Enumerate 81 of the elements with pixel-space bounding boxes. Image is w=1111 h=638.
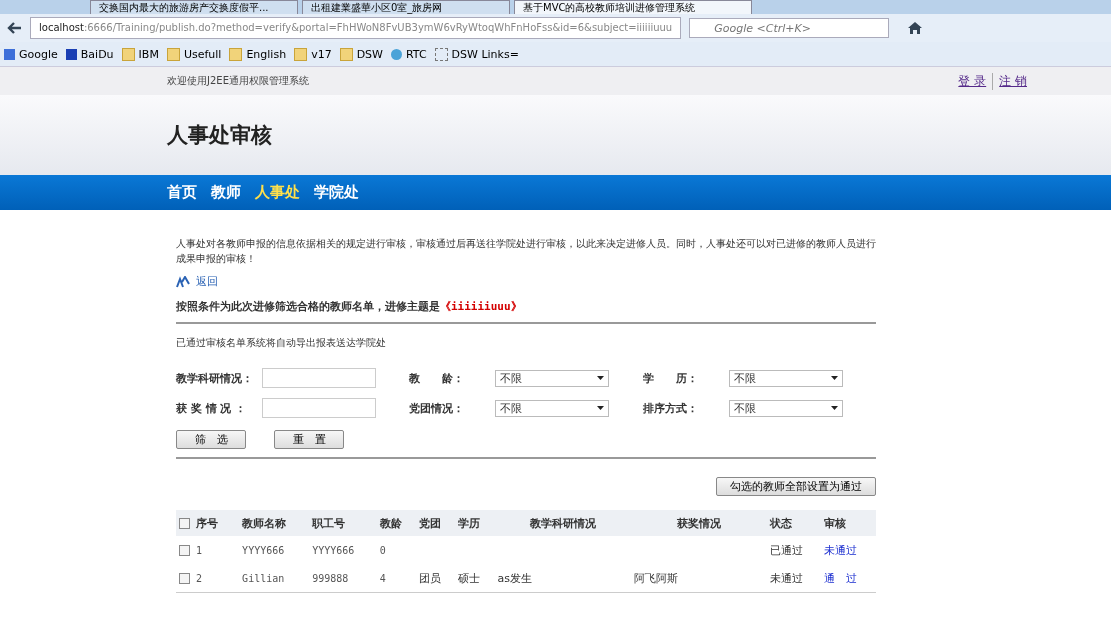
browser-tab[interactable]: 基于MVC的高校教师培训进修管理系统 bbox=[514, 0, 752, 14]
review-link[interactable]: 未通过 bbox=[824, 543, 858, 557]
table-cell: 4 bbox=[379, 572, 386, 584]
input-field[interactable] bbox=[262, 398, 376, 418]
back-icon[interactable] bbox=[6, 21, 22, 35]
return-icon bbox=[176, 275, 190, 288]
header-link[interactable]: 注 销 bbox=[992, 72, 1027, 90]
table-cell: as发生 bbox=[497, 571, 533, 585]
bookmark-item[interactable]: RTC bbox=[391, 47, 427, 61]
dropdown[interactable]: 不限 bbox=[495, 399, 610, 417]
column-header: 教龄 bbox=[379, 516, 402, 530]
header-link[interactable]: 登 录 bbox=[958, 72, 987, 90]
dropdown-value: 不限 bbox=[733, 370, 756, 386]
column-header: 审核 bbox=[824, 516, 847, 530]
intro-text: 人事处对各教师申报的信息依据相关的规定进行审核，审核通过后再送往学院处进行审核，以此来决定进修人员。同时，人事处还可以对已进修的教师人员进行成果申报的审核！ bbox=[176, 237, 876, 266]
table-cell: 2 bbox=[196, 572, 203, 584]
nav-item[interactable]: 教师 bbox=[211, 183, 241, 202]
table-cell: Gillian bbox=[242, 572, 285, 584]
column-header: 获奖情况 bbox=[676, 516, 721, 530]
column-header: 职工号 bbox=[312, 516, 346, 530]
approve-all-button[interactable]: 勾选的教师全部设置为通过 bbox=[716, 477, 876, 496]
bookmark-item[interactable]: IBM bbox=[121, 47, 159, 61]
caret-icon bbox=[830, 376, 838, 380]
row-checkbox[interactable] bbox=[179, 545, 190, 556]
dropdown[interactable]: 不限 bbox=[728, 369, 843, 387]
bookmark-item[interactable]: DSW Links= bbox=[434, 47, 519, 61]
bookmark-item[interactable]: BaiDu bbox=[65, 47, 114, 61]
table-cell: 999888 bbox=[312, 572, 349, 584]
bookmark-item[interactable]: DSW bbox=[339, 47, 383, 61]
address-field[interactable]: localhost:6666/Training/publish.do?method=verify&portal=FhHWoN8FvUB3ymW6vRyWtoqWhFnHoFss&id=6&subject=iiiiiiuuu bbox=[30, 17, 682, 39]
nav-item[interactable]: 首页 bbox=[167, 183, 197, 202]
dropdown-value: 不限 bbox=[500, 370, 523, 386]
home-icon[interactable] bbox=[907, 21, 924, 35]
select-all-checkbox[interactable] bbox=[179, 518, 190, 529]
caret-icon bbox=[830, 406, 838, 410]
row-checkbox[interactable] bbox=[179, 573, 190, 584]
bookmark-item[interactable]: Usefull bbox=[166, 47, 222, 61]
caret-icon bbox=[597, 376, 605, 380]
table-cell: 未通过 bbox=[769, 571, 803, 585]
dropdown-value: 不限 bbox=[500, 400, 523, 416]
column-header: 教学科研情况 bbox=[529, 516, 596, 530]
column-header: 序号 bbox=[196, 516, 218, 530]
table-cell: 硕士 bbox=[458, 571, 481, 585]
search-field[interactable]: Google <Ctrl+K> bbox=[689, 18, 890, 38]
filter-label: 党团情况： bbox=[409, 400, 466, 416]
bookmark-item[interactable]: v17 bbox=[294, 47, 332, 61]
column-header: 教师名称 bbox=[242, 516, 287, 530]
page-title: 人事处审核 bbox=[167, 121, 272, 149]
nav-item[interactable]: 学院处 bbox=[314, 183, 359, 202]
back-link[interactable]: 返回 bbox=[196, 274, 218, 289]
column-header: 党团 bbox=[419, 516, 442, 530]
table-cell: YYYY666 bbox=[312, 544, 355, 556]
caret-icon bbox=[597, 406, 605, 410]
browser-tab[interactable]: 交换国内最大的旅游房产交换度假平... bbox=[90, 0, 298, 14]
note-text: 已通过审核名单系统将自动导出报表送达学院处 bbox=[176, 336, 387, 350]
table-cell: 1 bbox=[196, 544, 203, 556]
table-cell: 0 bbox=[379, 544, 386, 556]
filter-button[interactable]: 重 置 bbox=[274, 430, 344, 449]
browser-tab[interactable]: 出租建業盛華小区0室_旅房网 bbox=[302, 0, 510, 14]
nav-item[interactable]: 人事处 bbox=[255, 183, 300, 202]
welcome-text: 欢迎使用J2EE通用权限管理系统 bbox=[167, 74, 309, 88]
filter-button[interactable]: 筛 选 bbox=[176, 430, 246, 449]
table-cell: YYYY666 bbox=[242, 544, 285, 556]
bookmark-item[interactable]: English bbox=[229, 47, 287, 61]
section-heading: 按照条件为此次进修筛选合格的教师名单，进修主题是《iiiiiiuuu》 bbox=[176, 299, 523, 314]
filter-label: 学 历： bbox=[642, 370, 699, 386]
dropdown-value: 不限 bbox=[733, 400, 756, 416]
dropdown[interactable]: 不限 bbox=[495, 369, 610, 387]
table-cell: 团员 bbox=[419, 571, 442, 585]
column-header: 状态 bbox=[769, 516, 792, 530]
filter-label: 教 龄： bbox=[409, 370, 466, 386]
table-cell: 阿飞阿斯 bbox=[633, 571, 678, 585]
table-cell: 已通过 bbox=[769, 543, 803, 557]
column-header: 学历 bbox=[458, 516, 481, 530]
input-field[interactable] bbox=[262, 368, 376, 388]
filter-label: 排序方式： bbox=[642, 400, 699, 416]
bookmark-item[interactable]: Google bbox=[4, 47, 58, 61]
filter-label: 教学科研情况： bbox=[176, 370, 254, 386]
filter-label: 获 奖 情 况 ： bbox=[176, 400, 248, 416]
dropdown[interactable]: 不限 bbox=[728, 399, 843, 417]
review-link[interactable]: 通 过 bbox=[824, 571, 858, 585]
